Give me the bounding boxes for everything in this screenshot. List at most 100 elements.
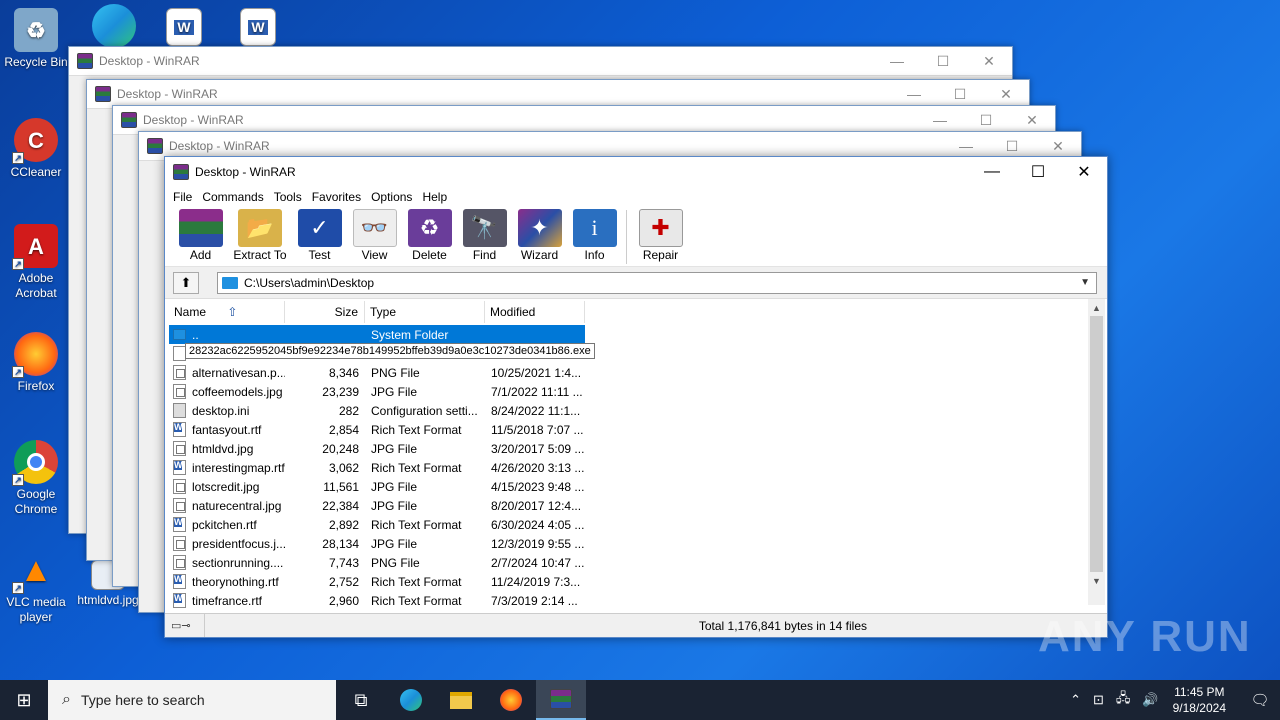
- info-button[interactable]: i Info: [567, 207, 622, 262]
- file-row[interactable]: alternativesan.p... 8,346 PNG File 10/25/20…: [169, 363, 585, 382]
- taskbar-edge[interactable]: [386, 680, 436, 720]
- file-row[interactable]: lotscredit.jpg 11,561 JPG File 4/15/2023 9:…: [169, 477, 585, 496]
- view-button[interactable]: 👓 View: [347, 207, 402, 262]
- desktop-icon-ccleaner[interactable]: C ↗ CCleaner: [0, 118, 72, 180]
- minimize-icon[interactable]: —: [943, 138, 989, 155]
- up-one-level-button[interactable]: ⬆: [173, 271, 199, 294]
- winrar-main-window[interactable]: Desktop - WinRAR — ☐ ✕ File Commands Too…: [164, 156, 1108, 638]
- file-row[interactable]: pckitchen.rtf 2,892 Rich Text Format 6/30/2…: [169, 515, 585, 534]
- column-header-name[interactable]: Name ⇧: [169, 301, 285, 323]
- vertical-scrollbar[interactable]: ▲ ▼: [1088, 299, 1105, 605]
- desktop-icon-vlc[interactable]: ▲ ↗ VLC media player: [0, 548, 72, 625]
- sort-ascending-icon: ⇧: [227, 305, 238, 319]
- minimize-button[interactable]: —: [969, 157, 1015, 187]
- maximize-icon[interactable]: ☐: [937, 86, 983, 103]
- column-header-modified[interactable]: Modified: [485, 301, 585, 323]
- menu-favorites[interactable]: Favorites: [307, 190, 366, 204]
- file-row[interactable]: interestingmap.rtf 3,062 Rich Text Format 4…: [169, 458, 585, 477]
- column-header-type[interactable]: Type: [365, 301, 485, 323]
- volume-icon[interactable]: 🔊: [1142, 692, 1158, 708]
- extract-to-button[interactable]: 📂 Extract To: [228, 207, 292, 262]
- maximize-button[interactable]: ☐: [1015, 157, 1061, 187]
- start-button[interactable]: ⊞: [0, 680, 48, 720]
- close-icon[interactable]: ✕: [983, 86, 1029, 103]
- add-button[interactable]: Add: [173, 207, 228, 262]
- device-icon[interactable]: ⊡: [1093, 692, 1104, 708]
- file-type-cell: Rich Text Format: [371, 517, 462, 532]
- minimize-icon[interactable]: —: [917, 112, 963, 129]
- maximize-icon[interactable]: ☐: [920, 53, 966, 70]
- menu-help[interactable]: Help: [417, 190, 452, 204]
- scroll-thumb[interactable]: [1090, 316, 1103, 572]
- taskbar-winrar[interactable]: [536, 680, 586, 720]
- desktop-icon-edge[interactable]: [78, 4, 150, 51]
- file-size-cell: 20,248: [322, 441, 359, 456]
- desktop-icon-word-2[interactable]: W: [222, 8, 294, 49]
- window-title: Desktop - WinRAR: [195, 165, 296, 179]
- close-icon[interactable]: ✕: [1035, 138, 1081, 155]
- task-view-button[interactable]: ⧉: [336, 680, 386, 720]
- column-header-size[interactable]: Size: [285, 301, 365, 323]
- file-row[interactable]: desktop.ini 282 Configuration setti... 8/24…: [169, 401, 585, 420]
- repair-button[interactable]: ✚ Repair: [633, 207, 688, 262]
- firefox-icon: [500, 689, 522, 711]
- menu-tools[interactable]: Tools: [269, 190, 307, 204]
- find-button[interactable]: 🔭 Find: [457, 207, 512, 262]
- desktop-icon-word-1[interactable]: W: [148, 8, 220, 49]
- menu-file[interactable]: File: [168, 190, 197, 204]
- chevron-down-icon[interactable]: ▼: [1080, 277, 1090, 288]
- menu-options[interactable]: Options: [366, 190, 417, 204]
- taskbar-search[interactable]: ⌕ Type here to search: [48, 680, 336, 720]
- scroll-down-icon[interactable]: ▼: [1088, 572, 1105, 589]
- test-button[interactable]: ✓ Test: [292, 207, 347, 262]
- edge-icon: [400, 689, 422, 711]
- wizard-button[interactable]: ✦ Wizard: [512, 207, 567, 262]
- clock[interactable]: 11:45 PM 9/18/2024: [1173, 684, 1226, 716]
- notification-icon[interactable]: 🗨: [1240, 691, 1280, 709]
- maximize-icon[interactable]: ☐: [963, 112, 1009, 129]
- minimize-icon[interactable]: —: [891, 86, 937, 103]
- taskbar-file-explorer[interactable]: [436, 680, 486, 720]
- maximize-icon[interactable]: ☐: [989, 138, 1035, 155]
- file-type-cell: Rich Text Format: [371, 574, 462, 589]
- close-button[interactable]: ✕: [1061, 157, 1107, 187]
- file-row[interactable]: sectionrunning.... 7,743 PNG File 2/7/2024 …: [169, 553, 585, 572]
- file-row[interactable]: fantasyout.rtf 2,854 Rich Text Format 11/5/…: [169, 420, 585, 439]
- scroll-up-icon[interactable]: ▲: [1088, 299, 1105, 316]
- file-list[interactable]: Name ⇧ Size Type Modified .. System Folde…: [165, 299, 1107, 608]
- file-type-cell: PNG File: [371, 555, 420, 570]
- word-document-icon: W: [166, 8, 202, 46]
- file-row[interactable]: coffeemodels.jpg 23,239 JPG File 7/1/2022 1…: [169, 382, 585, 401]
- desktop-icon-recycle-bin[interactable]: ♻ Recycle Bin: [0, 8, 72, 70]
- file-modified-cell: 2/7/2024 10:47 ...: [491, 555, 585, 570]
- minimize-icon[interactable]: —: [874, 53, 920, 70]
- desktop-icon-label: CCleaner: [10, 165, 62, 179]
- close-icon[interactable]: ✕: [1009, 112, 1055, 129]
- file-row[interactable]: theorynothing.rtf 2,752 Rich Text Format 11…: [169, 572, 585, 591]
- taskbar-firefox[interactable]: [486, 680, 536, 720]
- menu-commands[interactable]: Commands: [197, 190, 268, 204]
- close-icon[interactable]: ✕: [966, 53, 1012, 70]
- path-combobox[interactable]: C:\Users\admin\Desktop ▼: [217, 271, 1097, 294]
- chevron-up-icon[interactable]: ⌃: [1070, 692, 1081, 708]
- image-file-icon: [173, 536, 186, 551]
- desktop-icon-firefox[interactable]: ↗ Firefox: [0, 332, 72, 394]
- file-row[interactable]: naturecentral.jpg 22,384 JPG File 8/20/2017…: [169, 496, 585, 515]
- file-row[interactable]: presidentfocus.j... 28,134 JPG File 12/3/20…: [169, 534, 585, 553]
- file-row[interactable]: .. System Folder: [169, 325, 585, 344]
- drive-icon[interactable]: ▭⊸: [165, 614, 205, 637]
- file-size-cell: 282: [338, 403, 359, 418]
- file-modified-cell: 7/1/2022 11:11 ...: [491, 384, 583, 399]
- winrar-icon: [95, 86, 111, 102]
- file-type-cell: JPG File: [371, 441, 418, 456]
- desktop-icon-google-chrome[interactable]: ↗ Google Chrome: [0, 440, 72, 517]
- file-row[interactable]: timefrance.rtf 2,960 Rich Text Format 7/3/2…: [169, 591, 585, 610]
- file-row[interactable]: htmldvd.jpg 20,248 JPG File 3/20/2017 5:09 …: [169, 439, 585, 458]
- search-placeholder: Type here to search: [80, 692, 205, 708]
- file-type-cell: Rich Text Format: [371, 460, 462, 475]
- network-icon[interactable]: 🖧: [1116, 689, 1131, 711]
- title-bar[interactable]: Desktop - WinRAR — ☐ ✕: [165, 157, 1107, 187]
- delete-button[interactable]: ♻ Delete: [402, 207, 457, 262]
- desktop-icon-label: Recycle Bin: [4, 55, 68, 69]
- desktop-icon-adobe-acrobat[interactable]: A ↗ Adobe Acrobat: [0, 224, 72, 301]
